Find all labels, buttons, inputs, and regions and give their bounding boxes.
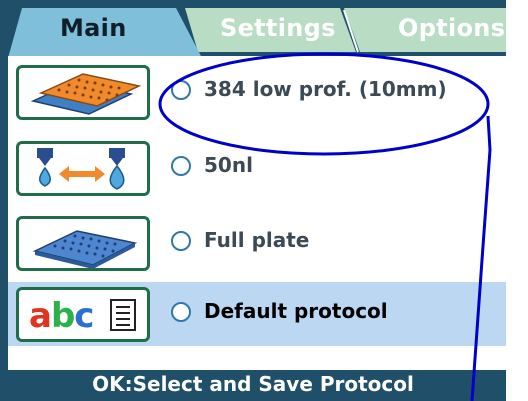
- dispense-area-label: Full plate: [204, 228, 310, 252]
- plate-384-icon[interactable]: [16, 65, 150, 120]
- full-plate-drawing: [32, 230, 138, 268]
- plate-type-row[interactable]: 384 low prof. (10mm): [8, 60, 506, 124]
- plate-type-radio[interactable]: [171, 80, 191, 100]
- dispense-drawing: [37, 148, 125, 190]
- volume-radio[interactable]: [171, 156, 191, 176]
- document-icon: [110, 299, 136, 331]
- tab-bar: Main Settings Options: [0, 0, 506, 58]
- protocol-name-icon[interactable]: abc: [16, 287, 150, 342]
- tab-main[interactable]: Main: [60, 14, 127, 42]
- status-bar: OK:Select and Save Protocol: [0, 370, 506, 401]
- tab-options[interactable]: Options: [398, 14, 505, 42]
- status-text: OK:Select and Save Protocol: [92, 372, 414, 396]
- plate-stack-drawing: [30, 73, 142, 115]
- dispense-volume-icon[interactable]: [16, 141, 150, 196]
- dispense-area-radio[interactable]: [171, 231, 191, 251]
- protocol-name-radio[interactable]: [171, 302, 191, 322]
- dispense-area-row[interactable]: Full plate: [8, 211, 506, 275]
- tab-settings[interactable]: Settings: [220, 14, 336, 42]
- full-plate-icon[interactable]: [16, 216, 150, 271]
- instrument-screen: Main Settings Options 384 low prof. (10m…: [0, 0, 506, 401]
- protocol-name-row[interactable]: abc Default protocol: [8, 282, 506, 346]
- volume-label: 50nl: [204, 153, 253, 177]
- protocol-name-label: Default protocol: [204, 299, 388, 323]
- protocol-panel: 384 low prof. (10mm) 50nl Full plate abc…: [8, 56, 506, 370]
- volume-row[interactable]: 50nl: [8, 136, 506, 200]
- plate-type-label: 384 low prof. (10mm): [204, 77, 447, 101]
